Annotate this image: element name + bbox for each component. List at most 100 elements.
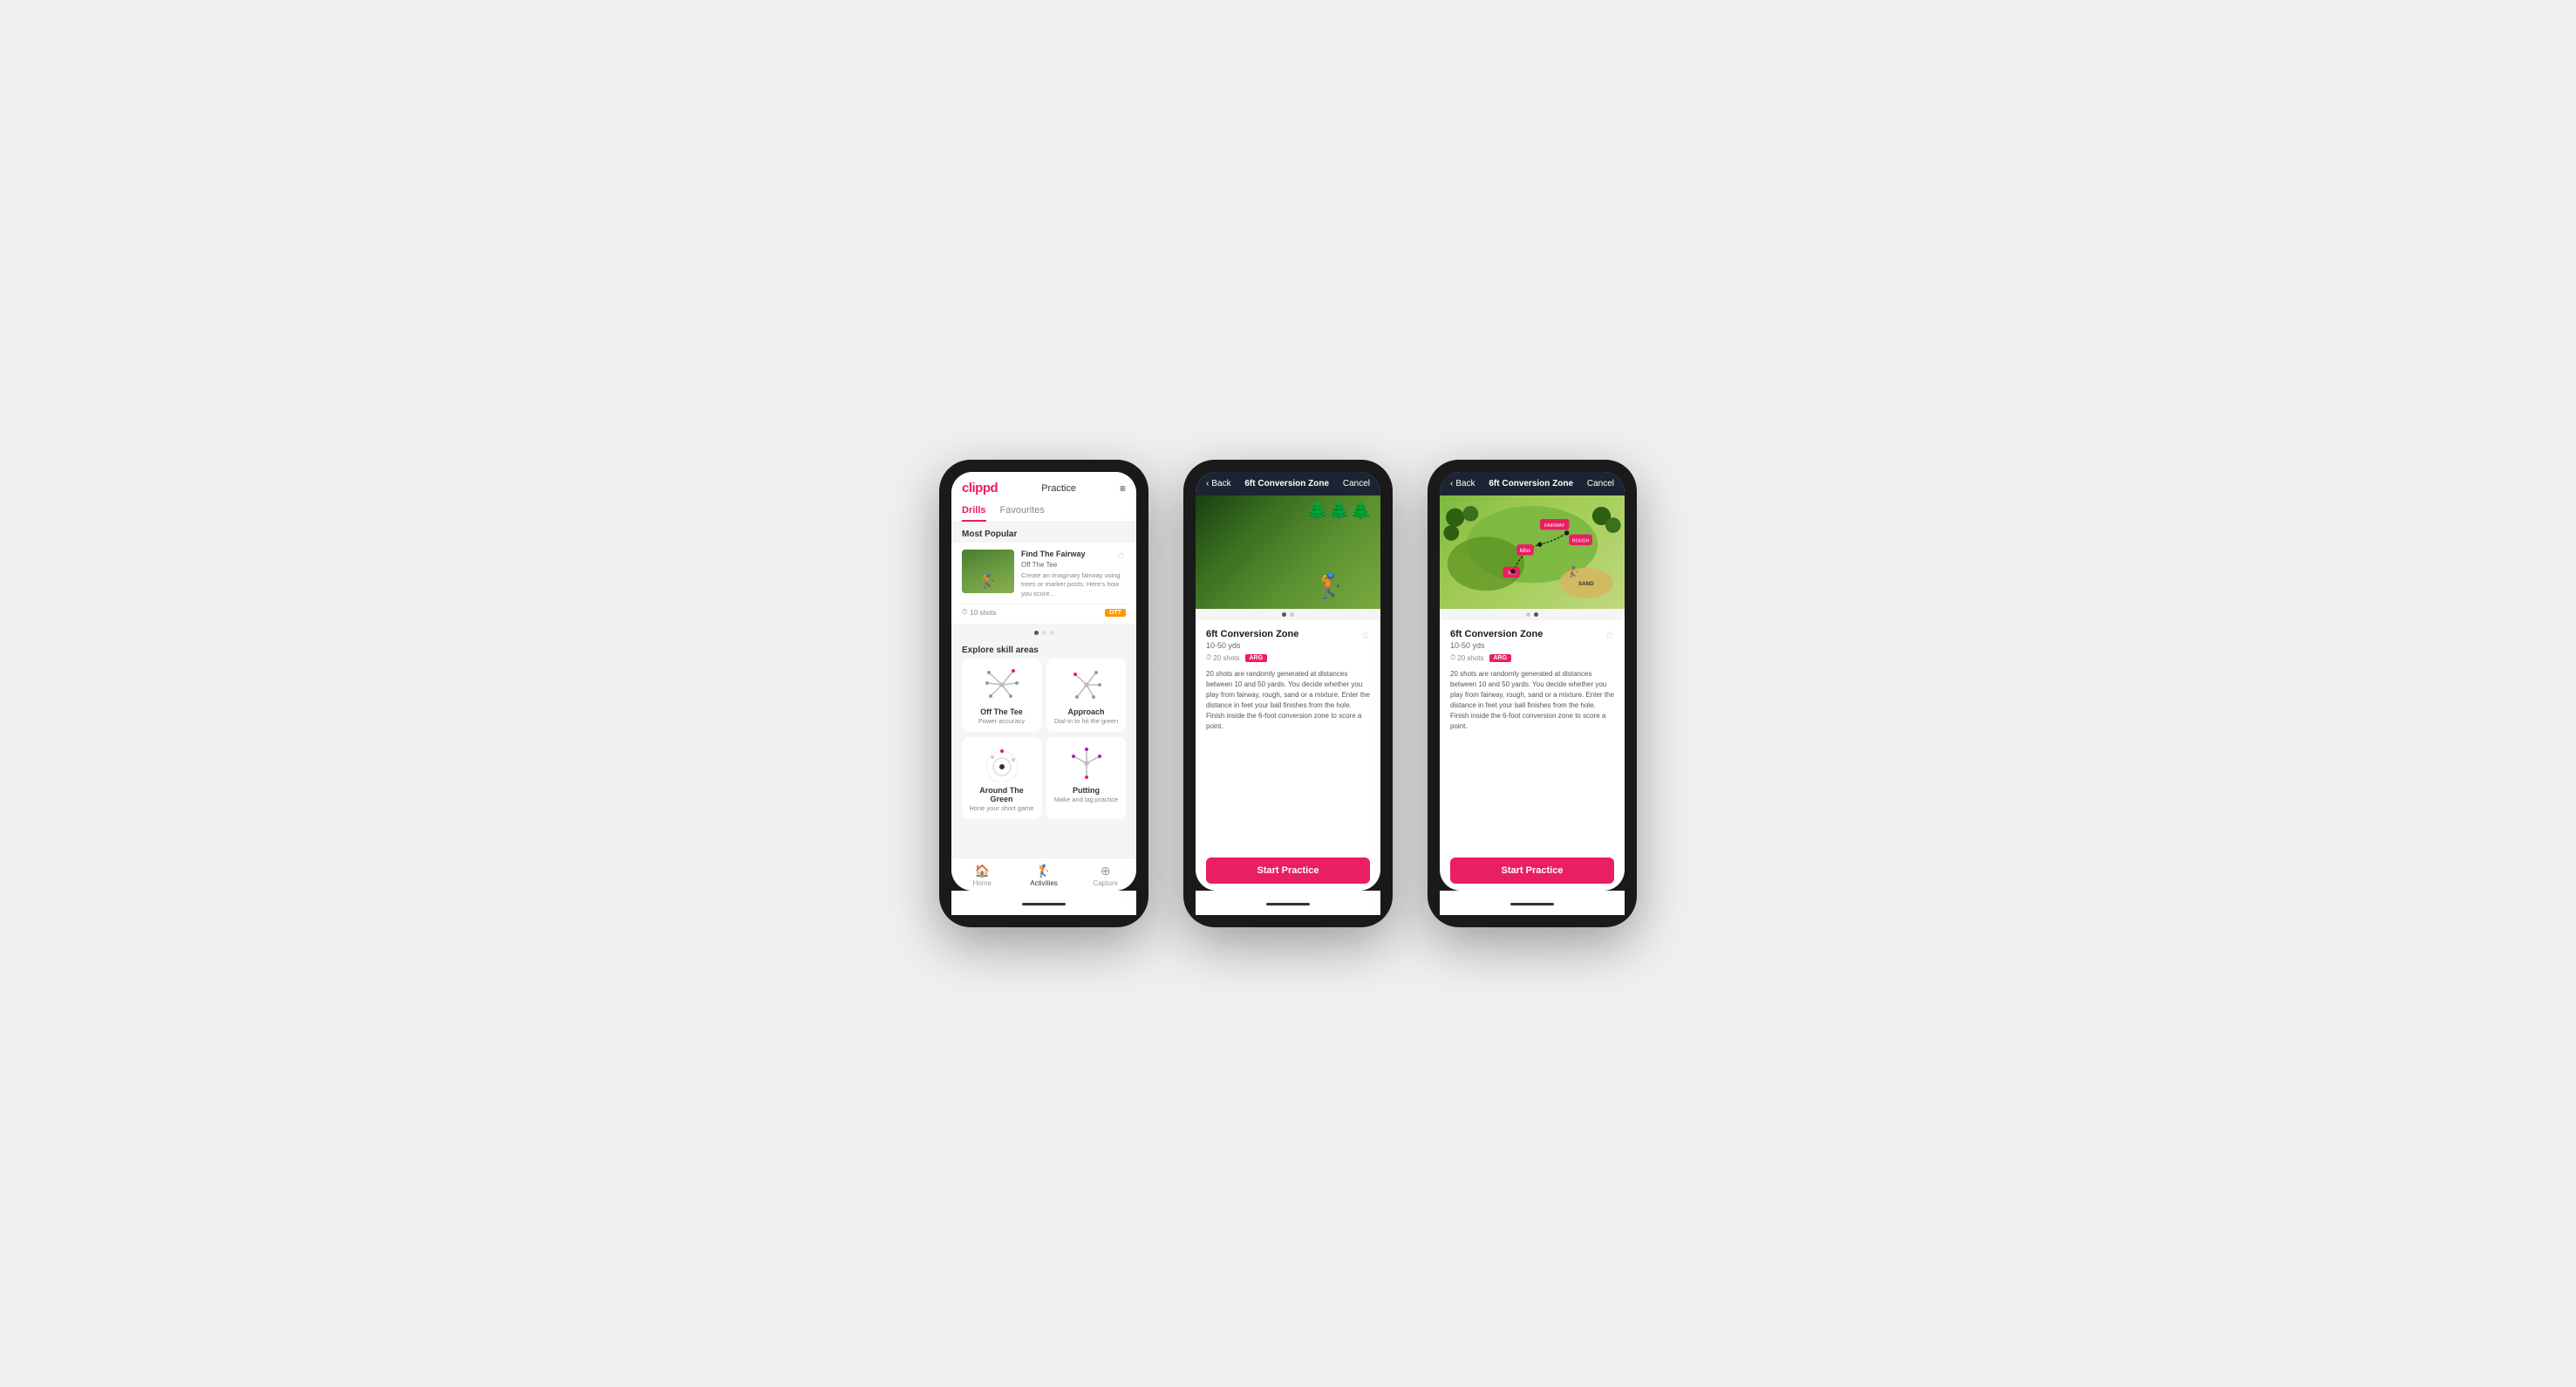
start-practice-button-3[interactable]: Start Practice — [1450, 857, 1614, 884]
favourite-icon[interactable]: ☆ — [1116, 550, 1126, 562]
svg-text:Miss: Miss — [1520, 548, 1531, 554]
phone-2: ‹ Back 6ft Conversion Zone Cancel 🌲🌲🌲 🏌️… — [1183, 460, 1393, 927]
skill-desc-atg: Hone your short game — [969, 804, 1033, 812]
back-chevron-2: ‹ — [1206, 479, 1209, 489]
svg-text:FAIRWAY: FAIRWAY — [1544, 523, 1565, 529]
home-bar-2 — [1196, 891, 1380, 915]
drill-title-3: 6ft Conversion Zone — [1450, 629, 1605, 639]
header-title: Practice — [1041, 483, 1076, 494]
nav-capture[interactable]: ⊕ Capture — [1074, 858, 1136, 891]
dot-1 — [1034, 631, 1039, 635]
skill-approach[interactable]: Approach Dial-in to hit the green — [1046, 659, 1126, 732]
nav-home[interactable]: 🏠 Home — [951, 858, 1013, 891]
cancel-button-3[interactable]: Cancel — [1587, 479, 1614, 489]
skills-grid: Off The Tee Power accuracy — [951, 659, 1136, 826]
app-header: clippd Practice ≡ — [951, 472, 1136, 501]
map-svg: Hit Miss FAIRWAY ROUGH SAND 🏌️ — [1440, 495, 1625, 609]
card-subtitle: Off The Tee — [1021, 561, 1126, 569]
dot-2 — [1042, 631, 1046, 635]
skill-desc-approach: Dial-in to hit the green — [1054, 717, 1118, 725]
skill-desc-putting: Make and lag practice — [1054, 796, 1118, 803]
back-chevron-3: ‹ — [1450, 479, 1453, 489]
image-dots-3 — [1440, 609, 1625, 620]
clock-icon-2: ⏱ — [1206, 653, 1211, 662]
detail-body-2: 6ft Conversion Zone 10-50 yds ☆ ⏱ 20 sho… — [1196, 620, 1380, 851]
most-popular-title: Most Popular — [951, 523, 1136, 543]
screen-3: ‹ Back 6ft Conversion Zone Cancel — [1440, 472, 1625, 891]
skill-desc-ott: Power accuracy — [978, 717, 1025, 725]
capture-icon: ⊕ — [1101, 864, 1111, 878]
golfer-emoji: 🏌️ — [1315, 571, 1346, 600]
drills-content: Most Popular ☆ Find The Fairway Off The … — [951, 523, 1136, 857]
skill-name-atg: Around The Green — [969, 786, 1034, 803]
nav-activities[interactable]: 🏌 Activities — [1013, 858, 1075, 891]
dot-3 — [1050, 631, 1054, 635]
tab-favourites[interactable]: Favourites — [1000, 501, 1045, 522]
explore-title: Explore skill areas — [951, 639, 1136, 659]
drill-photo-2: 🌲🌲🌲 🏌️ — [1196, 495, 1380, 609]
ott-badge: OTT — [1105, 609, 1126, 617]
drill-map-3: Hit Miss FAIRWAY ROUGH SAND 🏌️ — [1440, 495, 1625, 609]
drill-title-2: 6ft Conversion Zone — [1206, 629, 1360, 639]
shots-label-2: ⏱ 20 shots — [1206, 653, 1240, 662]
screen-1: clippd Practice ≡ Drills Favourites Most… — [951, 472, 1136, 891]
atg-icon — [980, 744, 1024, 782]
card-footer: ⏱ 10 shots OTT — [962, 604, 1126, 617]
card-title: Find The Fairway — [1021, 550, 1126, 560]
arg-badge-3: ARG — [1489, 654, 1512, 662]
drill-range-3: 10-50 yds — [1450, 641, 1605, 650]
card-description: Create an imaginary fairway using trees … — [1021, 571, 1126, 599]
start-practice-button-2[interactable]: Start Practice — [1206, 857, 1370, 884]
trees-emoji: 🌲🌲🌲 — [1306, 500, 1372, 522]
svg-text:🏌️: 🏌️ — [1567, 565, 1580, 578]
tabs-bar: Drills Favourites — [951, 501, 1136, 523]
approach-icon — [1065, 666, 1108, 704]
home-icon: 🏠 — [975, 864, 990, 878]
detail-header-3: ‹ Back 6ft Conversion Zone Cancel — [1440, 472, 1625, 495]
skill-name-putting: Putting — [1073, 786, 1100, 795]
clock-icon: ⏱ — [962, 608, 967, 617]
phone-3: ‹ Back 6ft Conversion Zone Cancel — [1428, 460, 1637, 927]
back-button-2[interactable]: ‹ Back — [1206, 479, 1231, 489]
back-button-3[interactable]: ‹ Back — [1450, 479, 1475, 489]
skill-off-the-tee[interactable]: Off The Tee Power accuracy — [962, 659, 1041, 732]
drill-description-3: 20 shots are randomly generated at dista… — [1450, 669, 1614, 732]
svg-text:ROUGH: ROUGH — [1572, 539, 1590, 544]
skill-name-ott: Off The Tee — [980, 707, 1023, 716]
fav-icon-2[interactable]: ☆ — [1360, 629, 1370, 641]
img-dot-2-2 — [1290, 612, 1294, 617]
shots-row-3: ⏱ 20 shots ARG — [1450, 653, 1614, 662]
home-bar-3 — [1440, 891, 1625, 915]
activities-icon: 🏌 — [1036, 864, 1051, 878]
svg-text:SAND: SAND — [1578, 581, 1594, 587]
card-image — [962, 550, 1014, 593]
img-dot-1-3 — [1526, 612, 1530, 617]
nav-capture-label: Capture — [1093, 879, 1117, 887]
drill-range-2: 10-50 yds — [1206, 641, 1360, 650]
putting-icon — [1065, 744, 1108, 782]
skill-name-approach: Approach — [1067, 707, 1104, 716]
skill-around-green[interactable]: Around The Green Hone your short game — [962, 737, 1041, 819]
image-dots-2 — [1196, 609, 1380, 620]
menu-icon[interactable]: ≡ — [1120, 482, 1126, 495]
shots-label: ⏱ 10 shots — [962, 608, 997, 617]
featured-card[interactable]: ☆ Find The Fairway Off The Tee Create an… — [951, 543, 1136, 624]
fav-icon-3[interactable]: ☆ — [1605, 629, 1614, 641]
detail-header-2: ‹ Back 6ft Conversion Zone Cancel — [1196, 472, 1380, 495]
cancel-button-2[interactable]: Cancel — [1343, 479, 1370, 489]
tab-drills[interactable]: Drills — [962, 501, 986, 522]
ott-icon — [980, 666, 1024, 704]
img-dot-2-3 — [1534, 612, 1538, 617]
drill-description-2: 20 shots are randomly generated at dista… — [1206, 669, 1370, 732]
arg-badge-2: ARG — [1245, 654, 1268, 662]
home-bar — [951, 891, 1136, 915]
card-text: Find The Fairway Off The Tee Create an i… — [1021, 550, 1126, 598]
shots-row-2: ⏱ 20 shots ARG — [1206, 653, 1370, 662]
nav-home-label: Home — [973, 879, 992, 887]
nav-activities-label: Activities — [1030, 879, 1058, 887]
clock-icon-3: ⏱ — [1450, 653, 1455, 662]
skill-putting[interactable]: Putting Make and lag practice — [1046, 737, 1126, 819]
shots-label-3: ⏱ 20 shots — [1450, 653, 1484, 662]
carousel-dots — [951, 627, 1136, 639]
golfer-image — [962, 550, 1014, 593]
